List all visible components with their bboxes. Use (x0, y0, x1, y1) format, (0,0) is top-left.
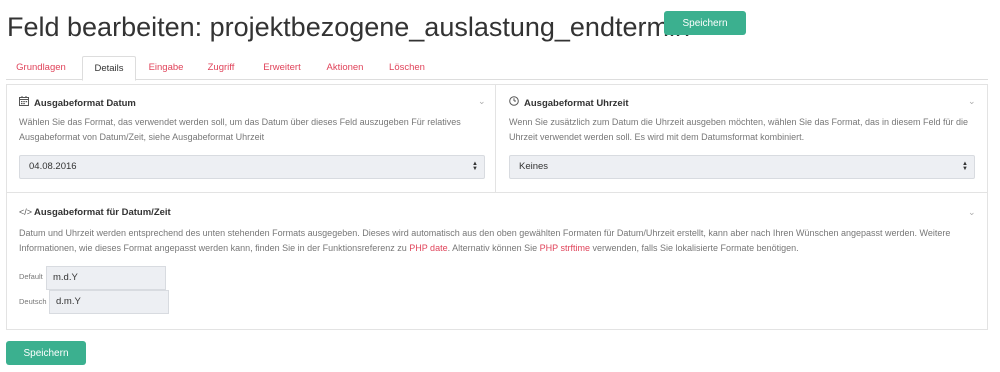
panel-divider-vertical (495, 84, 496, 192)
tab-loeschen[interactable]: Löschen (384, 56, 430, 80)
format-label-default: Default (19, 272, 43, 281)
page-title: Feld bearbeiten: projektbezogene_auslast… (7, 12, 690, 42)
tab-grundlagen[interactable]: Grundlagen (10, 56, 72, 80)
format-input-deutsch[interactable]: d.m.Y (49, 290, 169, 314)
date-format-title: Ausgabeformat Datum (34, 98, 136, 109)
time-format-select[interactable]: Keines ▲ ▼ (509, 155, 975, 179)
tab-eingabe[interactable]: Eingabe (142, 56, 190, 80)
datetime-format-title: Ausgabeformat für Datum/Zeit (34, 207, 171, 218)
tab-bar: Grundlagen Details Eingabe Zugriff Erwei… (6, 56, 988, 81)
chevron-down-icon[interactable]: ⌄ (968, 96, 976, 107)
tab-erweitert[interactable]: Erweitert (254, 56, 310, 80)
date-format-heading: Ausgabeformat Datum (19, 96, 136, 109)
time-format-title: Ausgabeformat Uhrzeit (524, 98, 629, 109)
datetime-format-description: Datum und Uhrzeit werden entsprechend de… (19, 226, 979, 256)
description-text-2: . Alternativ können Sie (447, 243, 540, 253)
chevron-down-icon[interactable]: ⌄ (478, 96, 486, 107)
time-format-description: Wenn Sie zusätzlich zum Datum die Uhrzei… (509, 117, 969, 142)
select-arrows-icon: ▲ ▼ (962, 161, 968, 172)
datetime-format-heading: </> Ausgabeformat für Datum/Zeit (19, 207, 171, 218)
date-format-select[interactable]: 04.08.2016 ▲ ▼ (19, 155, 485, 179)
tab-details[interactable]: Details (82, 56, 136, 81)
time-format-value: Keines (519, 161, 549, 172)
select-arrows-icon: ▲ ▼ (472, 161, 478, 172)
tab-zugriff[interactable]: Zugriff (200, 56, 242, 80)
chevron-down-icon[interactable]: ⌄ (968, 207, 976, 218)
format-label-deutsch: Deutsch (19, 297, 47, 306)
format-input-default[interactable]: m.d.Y (46, 266, 166, 290)
panel-divider-horizontal (6, 192, 988, 193)
save-button-bottom[interactable]: Speichern (6, 341, 86, 365)
save-button-top[interactable]: Speichern (664, 11, 746, 35)
date-format-description: Wählen Sie das Format, das verwendet wer… (19, 117, 461, 142)
time-format-heading: Ausgabeformat Uhrzeit (509, 96, 629, 109)
clock-icon (509, 96, 521, 109)
php-strftime-link[interactable]: PHP strftime (540, 243, 590, 253)
description-text-3: verwenden, falls Sie lokalisierte Format… (590, 243, 799, 253)
code-icon: </> (19, 207, 33, 217)
date-format-value: 04.08.2016 (29, 161, 77, 172)
php-date-link[interactable]: PHP date (409, 243, 447, 253)
calendar-icon (19, 96, 31, 109)
tab-aktionen[interactable]: Aktionen (320, 56, 370, 80)
